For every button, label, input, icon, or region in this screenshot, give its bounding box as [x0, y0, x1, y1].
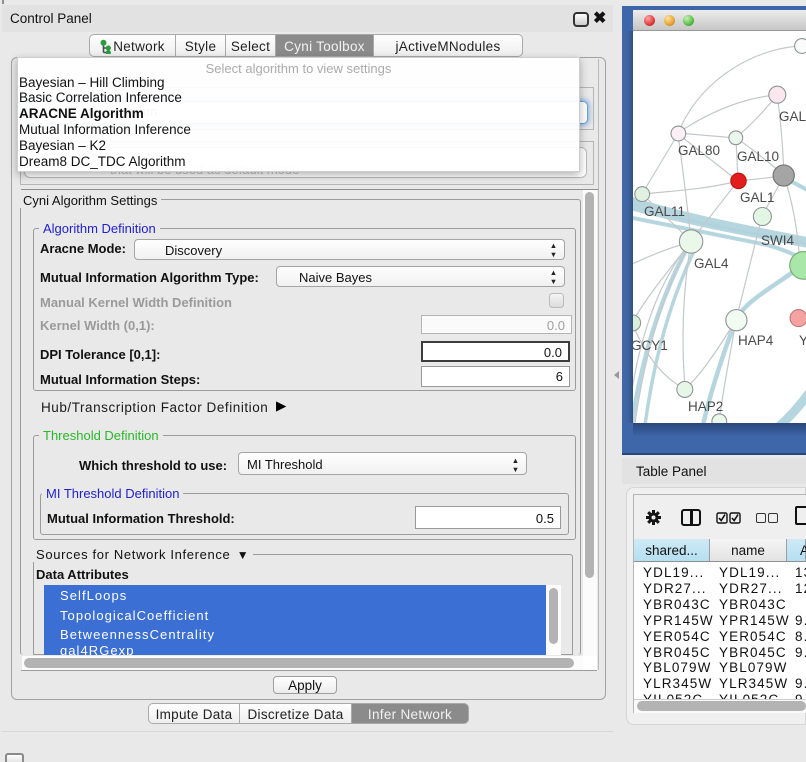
svg-text:GCY1: GCY1 [633, 338, 668, 353]
svg-text:SWI4: SWI4 [761, 233, 794, 248]
svg-text:HAP2: HAP2 [688, 399, 723, 414]
svg-text:GAL2: GAL2 [779, 109, 806, 124]
svg-text:GAL4: GAL4 [694, 256, 729, 271]
svg-text:GAL10: GAL10 [737, 149, 779, 164]
svg-text:GAL80: GAL80 [678, 143, 720, 158]
svg-text:Y: Y [799, 333, 806, 348]
svg-text:GAL11: GAL11 [644, 204, 685, 219]
svg-text:HAP4: HAP4 [738, 333, 774, 348]
svg-text:GAL1: GAL1 [740, 190, 775, 205]
